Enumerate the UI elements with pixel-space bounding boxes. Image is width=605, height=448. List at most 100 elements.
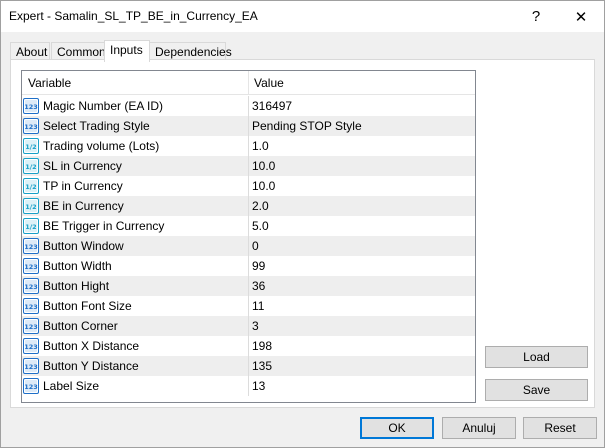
svg-text:1/2: 1/2 xyxy=(25,163,36,171)
cell-divider xyxy=(248,176,249,196)
table-row[interactable]: 123 Button Window 0 xyxy=(22,236,475,256)
variable-value[interactable]: 10.0 xyxy=(252,159,275,173)
cell-divider xyxy=(248,96,249,116)
help-icon: ? xyxy=(531,8,541,25)
svg-text:123: 123 xyxy=(24,383,38,391)
variable-name: Button Hight xyxy=(43,279,110,293)
double-icon: 1/2 xyxy=(23,198,39,214)
variable-name: SL in Currency xyxy=(43,159,122,173)
table-row[interactable]: 123 Button Hight 36 xyxy=(22,276,475,296)
cancel-button[interactable]: Anuluj xyxy=(442,417,516,439)
svg-text:1/2: 1/2 xyxy=(25,223,36,231)
svg-text:123: 123 xyxy=(24,363,38,371)
variable-value[interactable]: 135 xyxy=(252,359,272,373)
variable-name: Button Width xyxy=(43,259,112,273)
integer-icon: 123 xyxy=(23,298,39,314)
cell-divider xyxy=(248,136,249,156)
variable-value[interactable]: Pending STOP Style xyxy=(252,119,362,133)
table-row[interactable]: 1/2 TP in Currency 10.0 xyxy=(22,176,475,196)
table-row[interactable]: 1/2 Trading volume (Lots) 1.0 xyxy=(22,136,475,156)
variable-value[interactable]: 99 xyxy=(252,259,265,273)
title-bar[interactable]: Expert - Samalin_SL_TP_BE_in_Currency_EA… xyxy=(1,1,604,32)
dialog-window: Expert - Samalin_SL_TP_BE_in_Currency_EA… xyxy=(0,0,605,448)
inputs-grid: Variable Value 123 Magic Number (EA ID) 31… xyxy=(21,70,476,403)
column-header-variable[interactable]: Variable xyxy=(28,76,71,90)
variable-value[interactable]: 198 xyxy=(252,339,272,353)
integer-icon: 123 xyxy=(23,118,39,134)
integer-icon: 123 xyxy=(23,258,39,274)
svg-text:1/2: 1/2 xyxy=(25,183,36,191)
table-row[interactable]: 123 Label Size 13 xyxy=(22,376,475,396)
table-row[interactable]: 123 Button Width 99 xyxy=(22,256,475,276)
svg-text:1/2: 1/2 xyxy=(25,203,36,211)
variable-name: Button Corner xyxy=(43,319,118,333)
table-row[interactable]: 123 Button Corner 3 xyxy=(22,316,475,336)
cell-divider xyxy=(248,156,249,176)
table-row[interactable]: 123 Magic Number (EA ID) 316497 xyxy=(22,96,475,116)
cell-divider xyxy=(248,256,249,276)
cell-divider xyxy=(248,376,249,396)
table-row[interactable]: 1/2 SL in Currency 10.0 xyxy=(22,156,475,176)
reset-button[interactable]: Reset xyxy=(523,417,597,439)
svg-text:123: 123 xyxy=(24,103,38,111)
cell-divider xyxy=(248,276,249,296)
column-header-value[interactable]: Value xyxy=(254,76,284,90)
variable-value[interactable]: 10.0 xyxy=(252,179,275,193)
variable-value[interactable]: 0 xyxy=(252,239,259,253)
window-title: Expert - Samalin_SL_TP_BE_in_Currency_EA xyxy=(9,9,258,23)
variable-value[interactable]: 3 xyxy=(252,319,259,333)
cell-divider xyxy=(248,216,249,236)
variable-name: BE Trigger in Currency xyxy=(43,219,165,233)
tab-inputs[interactable]: Inputs xyxy=(104,40,150,62)
double-icon: 1/2 xyxy=(23,178,39,194)
table-row[interactable]: 123 Button X Distance 198 xyxy=(22,336,475,356)
cell-divider xyxy=(248,336,249,356)
cell-divider xyxy=(248,116,249,136)
double-icon: 1/2 xyxy=(23,138,39,154)
cell-divider xyxy=(248,296,249,316)
variable-name: Label Size xyxy=(43,379,100,393)
variable-value[interactable]: 11 xyxy=(252,299,264,313)
help-button[interactable]: ? xyxy=(513,1,559,32)
double-icon: 1/2 xyxy=(23,158,39,174)
integer-icon: 123 xyxy=(23,278,39,294)
variable-value[interactable]: 1.0 xyxy=(252,139,269,153)
table-row[interactable]: 123 Button Y Distance 135 xyxy=(22,356,475,376)
svg-text:123: 123 xyxy=(24,123,38,131)
variable-name: Select Trading Style xyxy=(43,119,150,133)
double-icon: 1/2 xyxy=(23,218,39,234)
svg-text:123: 123 xyxy=(24,323,38,331)
variable-name: BE in Currency xyxy=(43,199,124,213)
inputs-panel: Variable Value 123 Magic Number (EA ID) 31… xyxy=(10,59,595,408)
table-row[interactable]: 123 Select Trading Style Pending STOP Styl… xyxy=(22,116,475,136)
table-row[interactable]: 1/2 BE in Currency 2.0 xyxy=(22,196,475,216)
variable-name: Magic Number (EA ID) xyxy=(43,99,164,113)
variable-value[interactable]: 316497 xyxy=(252,99,292,113)
integer-icon: 123 xyxy=(23,338,39,354)
table-row[interactable]: 123 Button Font Size 11 xyxy=(22,296,475,316)
close-button[interactable]: ✕ xyxy=(558,1,604,32)
variable-value[interactable]: 5.0 xyxy=(252,219,269,233)
svg-text:1/2: 1/2 xyxy=(25,143,36,151)
variable-name: TP in Currency xyxy=(43,179,123,193)
variable-name: Button Font Size xyxy=(43,299,132,313)
save-button[interactable]: Save xyxy=(485,379,588,401)
variable-value[interactable]: 2.0 xyxy=(252,199,269,213)
cell-divider xyxy=(248,196,249,216)
cell-divider xyxy=(248,316,249,336)
variable-value[interactable]: 36 xyxy=(252,279,265,293)
svg-text:123: 123 xyxy=(24,243,38,251)
table-row[interactable]: 1/2 BE Trigger in Currency 5.0 xyxy=(22,216,475,236)
svg-text:123: 123 xyxy=(24,303,38,311)
variable-value[interactable]: 13 xyxy=(252,379,265,393)
integer-icon: 123 xyxy=(23,98,39,114)
variable-name: Trading volume (Lots) xyxy=(43,139,160,153)
svg-text:123: 123 xyxy=(24,263,38,271)
grid-header: Variable Value xyxy=(22,71,475,95)
ok-button[interactable]: OK xyxy=(360,417,434,439)
integer-icon: 123 xyxy=(23,358,39,374)
load-button[interactable]: Load xyxy=(485,346,588,368)
integer-icon: 123 xyxy=(23,318,39,334)
close-icon: ✕ xyxy=(574,8,588,26)
column-divider[interactable] xyxy=(248,71,249,95)
